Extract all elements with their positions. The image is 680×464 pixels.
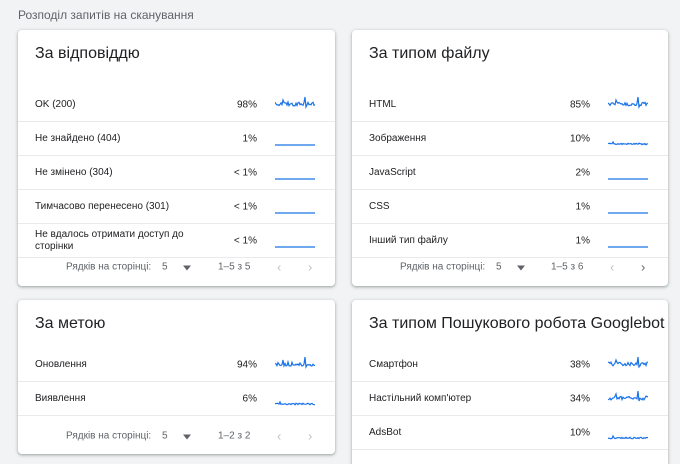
row-percent: 85% [569, 99, 590, 110]
table-row[interactable]: Не змінено (304) < 1% [18, 156, 335, 190]
row-label: Виявлення [35, 392, 86, 404]
sparkline-path [608, 390, 648, 402]
sparkline [608, 140, 648, 146]
sparkline [608, 212, 648, 214]
row-label: AdsBot [369, 426, 402, 438]
row-label: Смартфон [369, 358, 418, 370]
table-row[interactable]: Настільний комп'ютер 34% [352, 382, 668, 416]
chevron-down-icon[interactable] [517, 265, 525, 271]
row-label: Зображення [369, 132, 427, 144]
card-title: За типом Пошукового робота Googlebot [369, 315, 665, 332]
table-row[interactable]: JavaScript 2% [352, 156, 668, 190]
table-row[interactable]: Зображення 10% [352, 122, 668, 156]
pagination: Рядків на сторінці: 5 1–2 з 2 ‹ › [18, 419, 335, 453]
rows-per-page-label: Рядків на сторінці: [66, 261, 152, 273]
sparkline [275, 246, 315, 248]
row-label: Не змінено (304) [35, 166, 113, 178]
row-label: Інший тип файлу [369, 234, 448, 246]
table-row[interactable]: AdsBot 10% [352, 416, 668, 450]
card-title: За типом файлу [369, 45, 490, 62]
row-label: Не знайдено (404) [35, 132, 121, 144]
row-percent: < 1% [233, 201, 257, 212]
row-percent: 94% [236, 359, 257, 370]
row-percent: 10% [569, 427, 590, 438]
sparkline [608, 178, 648, 180]
rows-per-page-select[interactable]: 5 [162, 262, 168, 273]
row-percent: 38% [569, 359, 590, 370]
sparkline-path [608, 356, 648, 369]
page-range: 1–5 з 5 [218, 261, 251, 273]
sparkline [275, 400, 315, 406]
rows-per-page-select[interactable]: 5 [162, 431, 168, 442]
section-title: Розподіл запитів на сканування [18, 8, 194, 22]
pagination: Рядків на сторінці: 5 1–5 з 5 ‹ › [18, 250, 335, 284]
table-row[interactable]: HTML 85% [352, 88, 668, 122]
rows-per-page-select[interactable]: 5 [496, 262, 502, 273]
row-percent: 98% [236, 99, 257, 110]
table-row[interactable]: CSS 1% [352, 190, 668, 224]
page-range: 1–2 з 2 [218, 430, 251, 442]
row-percent: 1% [575, 235, 590, 246]
sparkline-path [275, 356, 315, 370]
sparkline-path [608, 140, 648, 146]
card-by-file-type: За типом файлу HTML 85% Зображення 10% Jav… [352, 30, 668, 286]
prev-page-button[interactable]: ‹ [610, 260, 614, 275]
sparkline [608, 434, 648, 440]
row-label: JavaScript [369, 166, 416, 178]
row-label: Не вдалось отримати доступ до сторінки [35, 228, 184, 252]
sparkline [275, 356, 315, 370]
card-title: За метою [35, 315, 106, 332]
page-range: 1–5 з 6 [551, 261, 584, 273]
sparkline-path [275, 400, 315, 406]
row-percent: 1% [242, 133, 257, 144]
table-row[interactable]: Тимчасово перенесено (301) < 1% [18, 190, 335, 224]
row-label: CSS [369, 200, 390, 212]
card-by-googlebot-type: За типом Пошукового робота Googlebot Сма… [352, 300, 668, 464]
rows-per-page-label: Рядків на сторінці: [400, 261, 486, 273]
sparkline [275, 212, 315, 214]
table-row[interactable]: Не знайдено (404) 1% [18, 122, 335, 156]
sparkline-path [608, 96, 648, 110]
sparkline [275, 178, 315, 180]
sparkline [275, 144, 315, 146]
next-page-button[interactable]: › [308, 429, 312, 444]
row-percent: < 1% [233, 167, 257, 178]
row-percent: 34% [569, 393, 590, 404]
sparkline [608, 390, 648, 402]
row-percent: 6% [242, 393, 257, 404]
row-percent: 10% [569, 133, 590, 144]
sparkline [275, 96, 315, 110]
table-row[interactable]: Смартфон 38% [352, 348, 668, 382]
row-percent: < 1% [233, 235, 257, 246]
chevron-down-icon[interactable] [183, 434, 191, 440]
card-by-response: За відповіддю OK (200) 98% Не знайдено (4… [18, 30, 335, 286]
table-row[interactable]: OK (200) 98% [18, 88, 335, 122]
sparkline [608, 356, 648, 369]
next-page-button[interactable]: › [308, 260, 312, 275]
table-row[interactable]: Виявлення 6% [18, 382, 335, 416]
sparkline-path [275, 96, 315, 110]
row-percent: 2% [575, 167, 590, 178]
table-row[interactable]: Оновлення 94% [18, 348, 335, 382]
rows-per-page-label: Рядків на сторінці: [66, 430, 152, 442]
row-label: Тимчасово перенесено (301) [35, 200, 170, 212]
row-percent: 1% [575, 201, 590, 212]
sparkline-path [608, 434, 648, 440]
row-label: Настільний комп'ютер [369, 392, 472, 404]
pagination: Рядків на сторінці: 5 1–5 з 6 ‹ › [352, 250, 668, 284]
row-label: HTML [369, 98, 397, 110]
prev-page-button[interactable]: ‹ [277, 429, 281, 444]
sparkline [608, 246, 648, 248]
card-by-purpose: За метою Оновлення 94% Виявлення 6% Рядків… [18, 300, 335, 454]
row-label: OK (200) [35, 98, 76, 110]
prev-page-button[interactable]: ‹ [277, 260, 281, 275]
sparkline [608, 96, 648, 110]
card-title: За відповіддю [35, 45, 140, 62]
row-label: Оновлення [35, 358, 87, 370]
chevron-down-icon[interactable] [183, 265, 191, 271]
next-page-button[interactable]: › [641, 260, 645, 275]
